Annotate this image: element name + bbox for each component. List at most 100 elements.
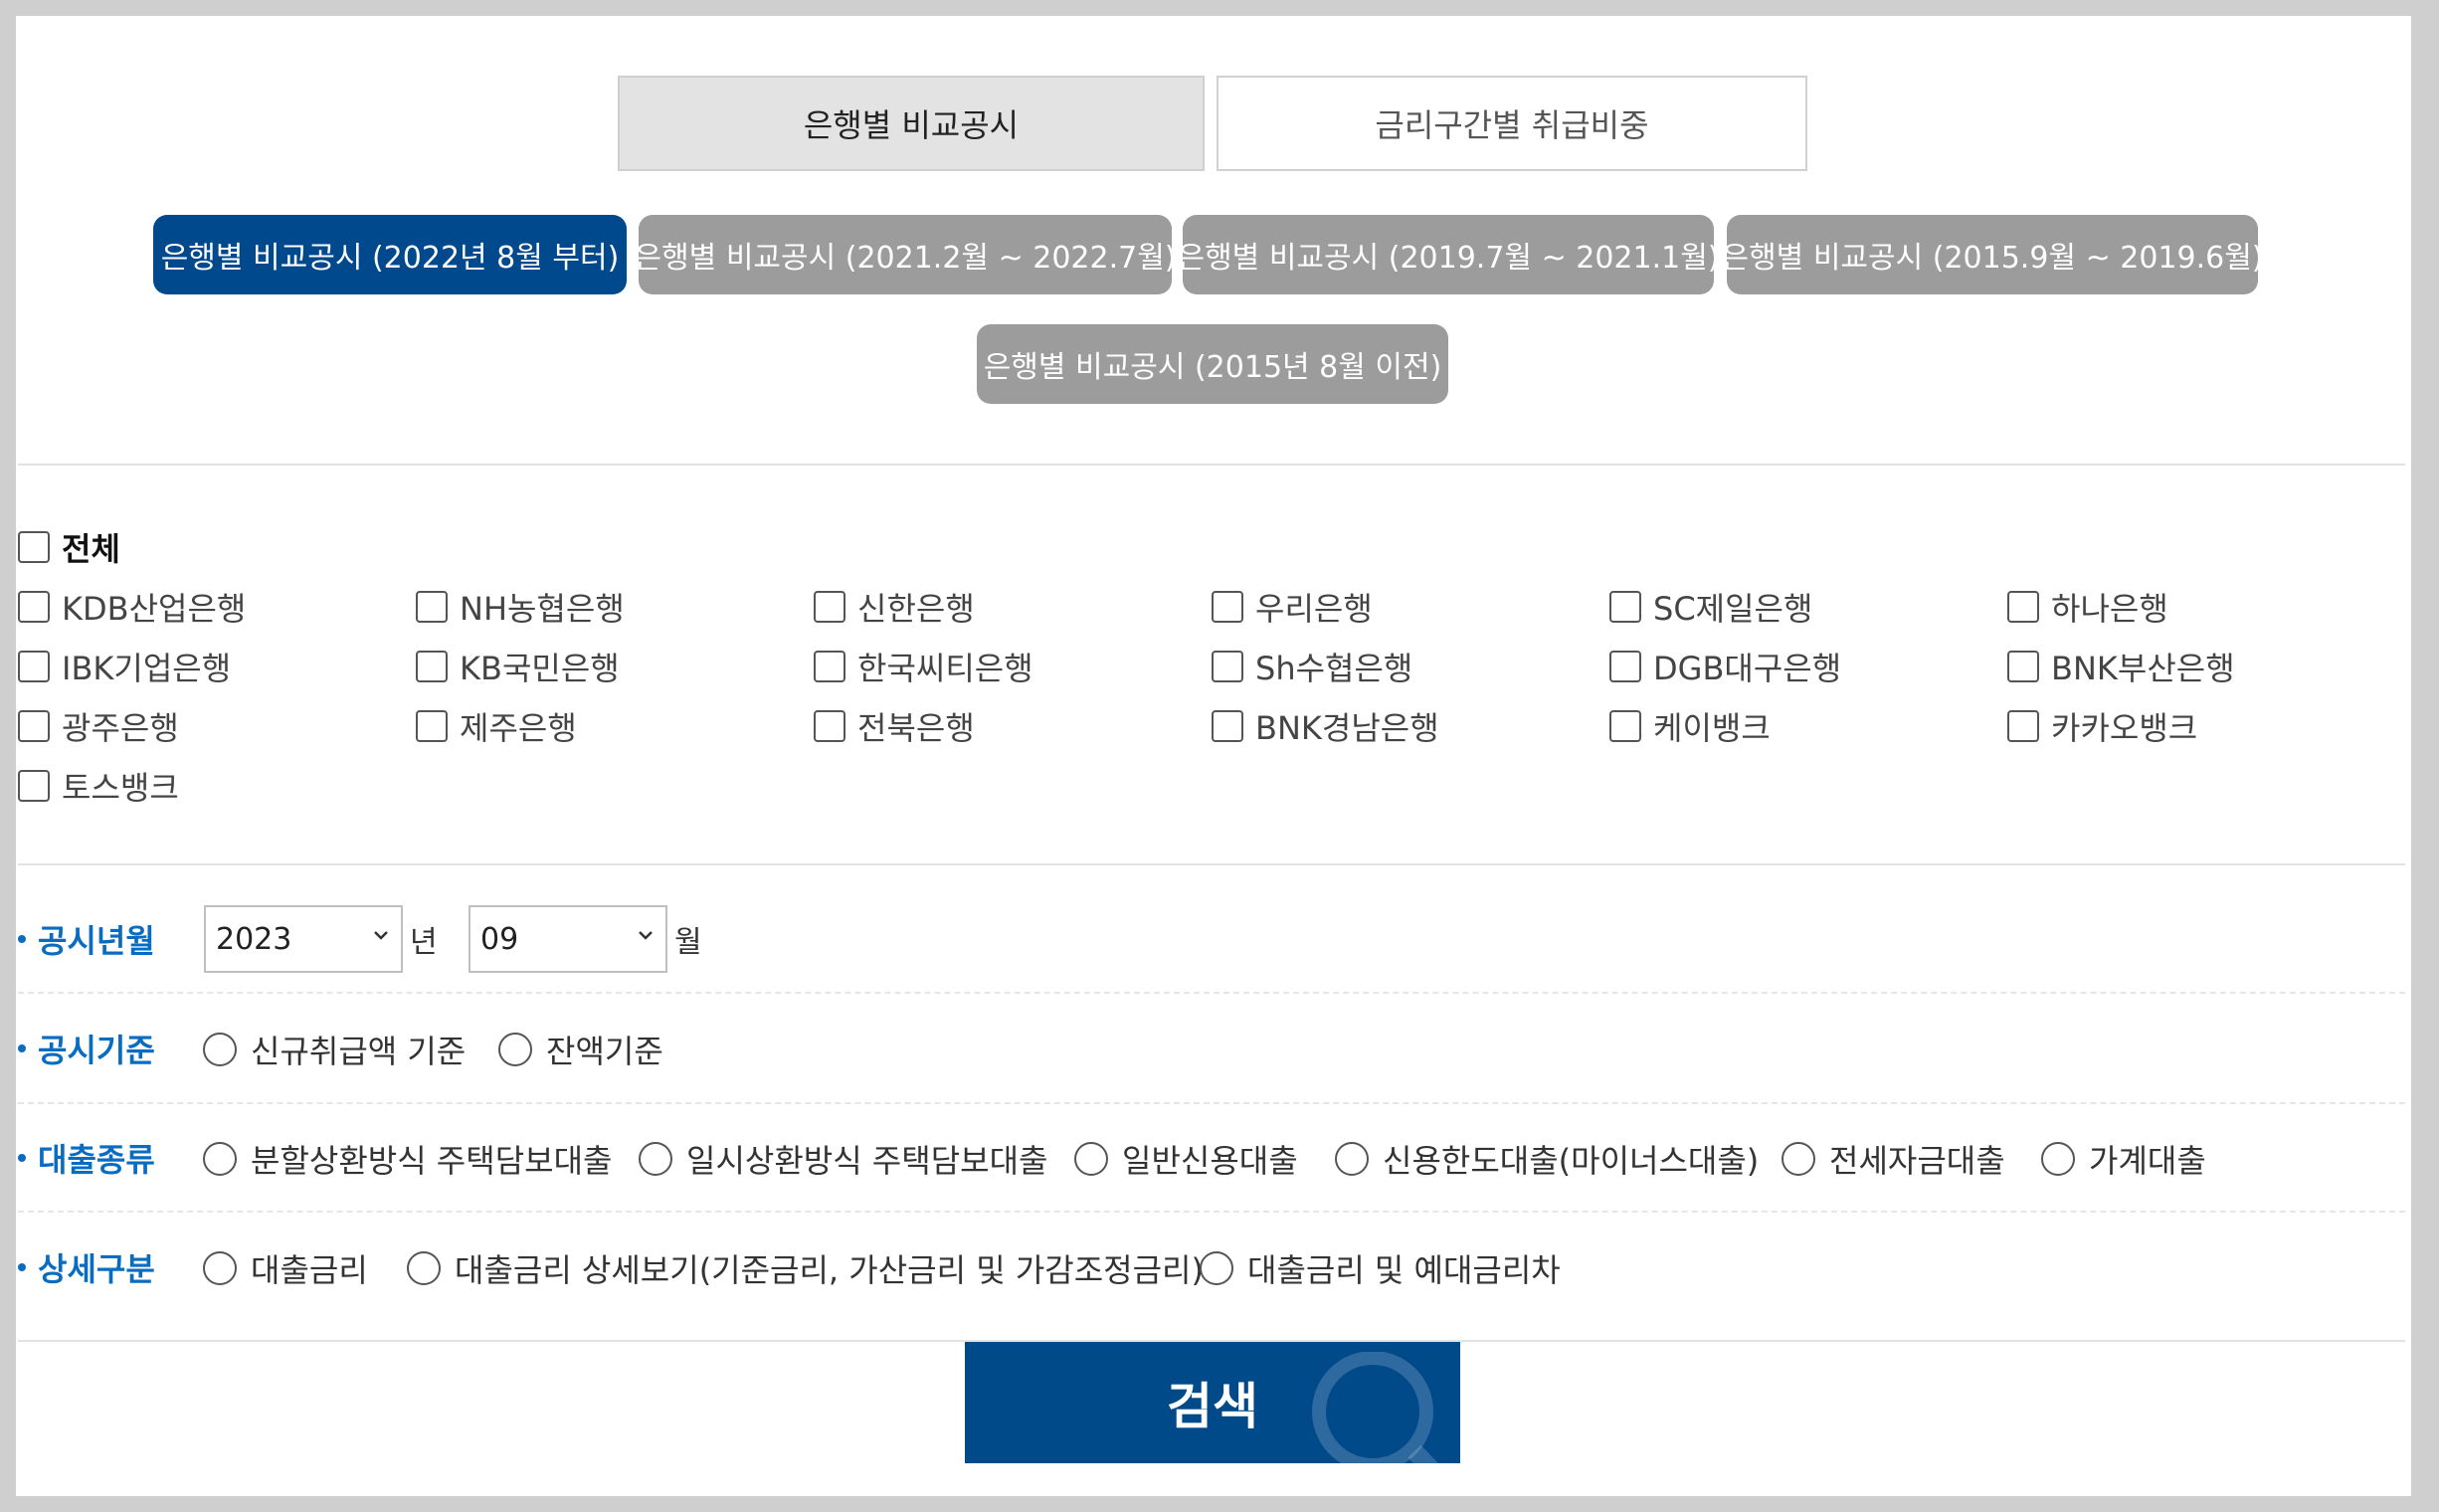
radio-basis-balance[interactable]: 잔액기준 (498, 1027, 663, 1072)
checkbox-box[interactable] (1609, 591, 1641, 623)
divider (18, 992, 2405, 994)
period-button-2019-07-to-2021-01[interactable]: 은행별 비교공시 (2019.7월 ~ 2021.1월) (1177, 215, 1720, 294)
radio-loan-jeonse[interactable]: 전세자금대출 (1782, 1136, 2005, 1182)
checkbox-label: KB국민은행 (460, 650, 620, 687)
divider (18, 1102, 2405, 1104)
radio-circle[interactable] (1782, 1142, 1815, 1176)
checkbox-bank[interactable]: DGB대구은행 (1609, 644, 1841, 689)
checkbox-bank[interactable]: KDB산업은행 (18, 584, 246, 630)
radio-label: 신규취급액 기준 (251, 1033, 467, 1070)
checkbox-bank[interactable]: 우리은행 (1212, 584, 1373, 630)
radio-label: 일시상환방식 주택담보대출 (686, 1142, 1048, 1180)
checkbox-box[interactable] (1609, 710, 1641, 742)
radio-circle[interactable] (2041, 1142, 2075, 1176)
checkbox-label: 하나은행 (2051, 590, 2168, 628)
checkbox-box[interactable] (814, 710, 845, 742)
checkbox-bank[interactable]: 토스뱅크 (18, 763, 179, 809)
search-button-label: 검색 (1167, 1378, 1258, 1435)
checkbox-bank[interactable]: IBK기업은행 (18, 644, 231, 689)
radio-loan-bullet-mortgage[interactable]: 일시상환방식 주택담보대출 (639, 1136, 1047, 1182)
bullet-icon (18, 1154, 26, 1162)
radio-circle[interactable] (203, 1033, 237, 1066)
radio-label: 분할상환방식 주택담보대출 (251, 1142, 613, 1180)
radio-circle[interactable] (203, 1251, 237, 1285)
radio-detail-rate-breakdown[interactable]: 대출금리 상세보기(기준금리, 가산금리 및 가감조정금리) (407, 1245, 1204, 1291)
radio-loan-household[interactable]: 가계대출 (2041, 1136, 2206, 1182)
radio-circle[interactable] (1074, 1142, 1108, 1176)
radio-circle[interactable] (407, 1251, 441, 1285)
radio-detail-spread[interactable]: 대출금리 및 예대금리차 (1200, 1245, 1561, 1291)
checkbox-box[interactable] (18, 770, 50, 802)
checkbox-box[interactable] (416, 710, 448, 742)
checkbox-box[interactable] (2007, 710, 2039, 742)
checkbox-box[interactable] (1212, 591, 1243, 623)
checkbox-label: NH농협은행 (460, 590, 625, 628)
checkbox-box[interactable] (1212, 710, 1243, 742)
radio-loan-credit-line[interactable]: 신용한도대출(마이너스대출) (1335, 1136, 1759, 1182)
period-button-2022-08-onward[interactable]: 은행별 비교공시 (2022년 8월 부터) (153, 215, 627, 294)
checkbox-bank[interactable]: SC제일은행 (1609, 584, 1812, 630)
month-unit: 월 (674, 925, 702, 960)
checkbox-bank[interactable]: 하나은행 (2007, 584, 2168, 630)
radio-detail-loan-rate[interactable]: 대출금리 (203, 1245, 368, 1291)
checkbox-box[interactable] (18, 710, 50, 742)
checkbox-label: 전체 (62, 530, 120, 568)
radio-loan-general-credit[interactable]: 일반신용대출 (1074, 1136, 1298, 1182)
radio-circle[interactable] (1335, 1142, 1369, 1176)
checkbox-label: 토스뱅크 (62, 769, 179, 807)
year-select[interactable]: 2023 (204, 905, 403, 973)
checkbox-label: 전북은행 (857, 709, 975, 747)
checkbox-bank[interactable]: 한국씨티은행 (814, 644, 1033, 689)
checkbox-label: 제주은행 (460, 709, 577, 747)
checkbox-bank[interactable]: 광주은행 (18, 703, 179, 749)
divider (18, 863, 2405, 865)
tab-rate-range-share[interactable]: 금리구간별 취급비중 (1217, 76, 1807, 171)
filter-label-text: 대출종류 (38, 1141, 155, 1179)
radio-label: 전세자금대출 (1829, 1142, 2005, 1180)
checkbox-label: DGB대구은행 (1653, 650, 1842, 687)
checkbox-bank[interactable]: 카카오뱅크 (2007, 703, 2197, 749)
period-button-2021-02-to-2022-07[interactable]: 은행별 비교공시 (2021.2월 ~ 2022.7월) (634, 215, 1177, 294)
search-button[interactable]: 검색 (965, 1342, 1460, 1463)
radio-circle[interactable] (498, 1033, 532, 1066)
radio-circle[interactable] (1200, 1251, 1233, 1285)
radio-loan-amortizing-mortgage[interactable]: 분할상환방식 주택담보대출 (203, 1136, 612, 1182)
checkbox-box[interactable] (2007, 591, 2039, 623)
checkbox-label: IBK기업은행 (62, 650, 232, 687)
checkbox-box[interactable] (1212, 651, 1243, 682)
month-select[interactable]: 09 (469, 905, 667, 973)
chevron-down-icon (639, 931, 653, 940)
checkbox-label: KDB산업은행 (62, 590, 247, 628)
checkbox-all-banks[interactable]: 전체 (18, 524, 120, 570)
checkbox-bank[interactable]: NH농협은행 (416, 584, 625, 630)
checkbox-bank[interactable]: BNK부산은행 (2007, 644, 2235, 689)
checkbox-box[interactable] (416, 651, 448, 682)
checkbox-box[interactable] (814, 591, 845, 623)
tab-bank-comparison[interactable]: 은행별 비교공시 (618, 76, 1205, 171)
radio-circle[interactable] (203, 1142, 237, 1176)
checkbox-bank[interactable]: 케이뱅크 (1609, 703, 1771, 749)
checkbox-box[interactable] (18, 531, 50, 563)
period-button-before-2015-08[interactable]: 은행별 비교공시 (2015년 8월 이전) (977, 324, 1448, 404)
checkbox-bank[interactable]: BNK경남은행 (1212, 703, 1439, 749)
search-icon (1312, 1352, 1438, 1463)
checkbox-bank[interactable]: 제주은행 (416, 703, 577, 749)
checkbox-box[interactable] (1609, 651, 1641, 682)
month-select-value: 09 (480, 921, 519, 957)
checkbox-label: BNK부산은행 (2051, 650, 2235, 687)
checkbox-box[interactable] (416, 591, 448, 623)
checkbox-bank[interactable]: KB국민은행 (416, 644, 620, 689)
radio-basis-new[interactable]: 신규취급액 기준 (203, 1027, 466, 1072)
checkbox-box[interactable] (2007, 651, 2039, 682)
checkbox-box[interactable] (18, 591, 50, 623)
checkbox-bank[interactable]: Sh수협은행 (1212, 644, 1412, 689)
checkbox-box[interactable] (814, 651, 845, 682)
period-button-2015-09-to-2019-06[interactable]: 은행별 비교공시 (2015.9월 ~ 2019.6월) (1721, 215, 2264, 294)
checkbox-label: 우리은행 (1255, 590, 1373, 628)
checkbox-label: 신한은행 (857, 590, 975, 628)
checkbox-bank[interactable]: 신한은행 (814, 584, 975, 630)
checkbox-box[interactable] (18, 651, 50, 682)
radio-circle[interactable] (639, 1142, 672, 1176)
checkbox-bank[interactable]: 전북은행 (814, 703, 975, 749)
bullet-icon (18, 1263, 26, 1271)
